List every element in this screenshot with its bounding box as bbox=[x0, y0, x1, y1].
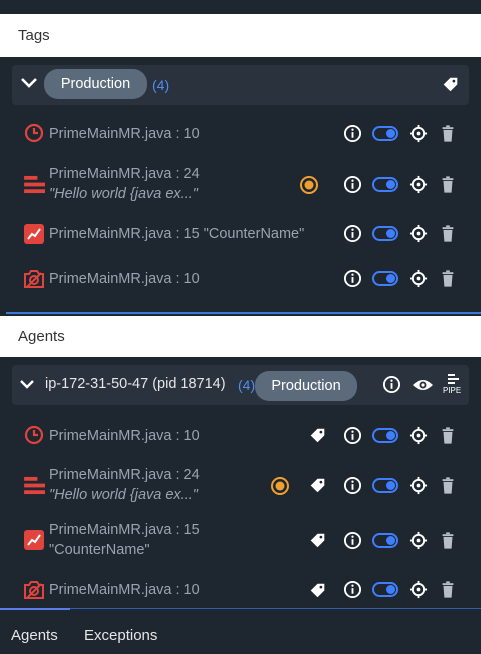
enable-toggle[interactable] bbox=[372, 177, 398, 192]
log-message: "Hello world {java ex..." bbox=[49, 487, 198, 503]
enable-toggle[interactable] bbox=[372, 582, 398, 597]
target-icon[interactable] bbox=[409, 476, 428, 495]
target-icon[interactable] bbox=[409, 580, 428, 599]
trash-icon[interactable] bbox=[439, 175, 457, 194]
file-location: PrimeMainMR.java : 10 bbox=[49, 582, 200, 598]
tags-row-1[interactable]: PrimeMainMR.java : 10 bbox=[0, 118, 481, 150]
agents-row-1[interactable]: PrimeMainMR.java : 10 bbox=[0, 420, 481, 452]
file-location: PrimeMainMR.java : 10 bbox=[49, 126, 200, 142]
bottom-tab-bar: Agents Exceptions bbox=[0, 608, 481, 654]
info-icon[interactable] bbox=[343, 175, 362, 194]
agent-group-row[interactable]: ip-172-31-50-47 (pid 18714) (4) Producti… bbox=[12, 365, 469, 405]
production-tag-pill: Production bbox=[44, 69, 147, 99]
counter-name: "CounterName" bbox=[49, 542, 150, 558]
tag-icon[interactable] bbox=[309, 477, 326, 494]
file-location: PrimeMainMR.java : 15 "CounterName" bbox=[49, 226, 305, 242]
enable-toggle[interactable] bbox=[372, 428, 398, 443]
file-location: PrimeMainMR.java : 24 bbox=[49, 166, 200, 182]
agents-row-3[interactable]: PrimeMainMR.java : 15 "CounterName" bbox=[0, 518, 481, 566]
target-icon[interactable] bbox=[409, 426, 428, 445]
tab-agents[interactable]: Agents bbox=[11, 627, 58, 644]
trash-icon[interactable] bbox=[439, 426, 457, 445]
tags-row-2[interactable]: PrimeMainMR.java : 24 "Hello world {java… bbox=[0, 162, 481, 210]
info-icon[interactable] bbox=[343, 580, 362, 599]
info-icon[interactable] bbox=[343, 269, 362, 288]
agents-section-header: Agents bbox=[0, 316, 481, 357]
info-icon[interactable] bbox=[343, 224, 362, 243]
tag-icon[interactable] bbox=[309, 582, 326, 599]
file-location: PrimeMainMR.java : 10 bbox=[49, 271, 200, 287]
snapshot-icon bbox=[23, 580, 45, 600]
log-message: "Hello world {java ex..." bbox=[49, 186, 198, 202]
tag-icon[interactable] bbox=[442, 76, 459, 93]
info-icon[interactable] bbox=[382, 375, 401, 394]
target-icon[interactable] bbox=[409, 531, 428, 550]
info-icon[interactable] bbox=[343, 124, 362, 143]
file-location: PrimeMainMR.java : 10 bbox=[49, 428, 200, 444]
tag-count: (4) bbox=[152, 77, 170, 93]
file-location: PrimeMainMR.java : 15 bbox=[49, 522, 200, 538]
production-tag-pill: Production bbox=[255, 371, 357, 401]
tags-section-header: Tags bbox=[0, 14, 481, 57]
enable-toggle[interactable] bbox=[372, 478, 398, 493]
eye-icon[interactable] bbox=[412, 377, 434, 393]
target-icon[interactable] bbox=[409, 224, 428, 243]
enable-toggle[interactable] bbox=[372, 126, 398, 141]
trash-icon[interactable] bbox=[439, 531, 457, 550]
section-divider bbox=[6, 312, 481, 314]
agents-section-title: Agents bbox=[18, 328, 65, 345]
counter-icon bbox=[24, 224, 44, 244]
target-icon[interactable] bbox=[409, 175, 428, 194]
agent-count: (4) bbox=[238, 377, 256, 393]
trash-icon[interactable] bbox=[439, 269, 457, 288]
tags-row-4[interactable]: PrimeMainMR.java : 10 bbox=[0, 263, 481, 295]
log-icon bbox=[24, 476, 47, 495]
info-icon[interactable] bbox=[343, 476, 362, 495]
enable-toggle[interactable] bbox=[372, 271, 398, 286]
tags-production-group[interactable]: Production (4) bbox=[12, 65, 469, 105]
active-tab-indicator bbox=[0, 608, 70, 610]
target-icon[interactable] bbox=[409, 269, 428, 288]
tag-icon[interactable] bbox=[309, 532, 326, 549]
counter-icon bbox=[24, 530, 44, 550]
agents-row-2[interactable]: PrimeMainMR.java : 24 "Hello world {java… bbox=[0, 463, 481, 511]
warning-dot-icon bbox=[300, 176, 318, 194]
pipe-label: PIPE bbox=[443, 386, 462, 395]
target-icon[interactable] bbox=[409, 124, 428, 143]
chevron-down-icon[interactable] bbox=[19, 379, 35, 391]
tags-row-3[interactable]: PrimeMainMR.java : 15 "CounterName" bbox=[0, 218, 481, 250]
agents-row-4[interactable]: PrimeMainMR.java : 10 bbox=[0, 574, 481, 606]
enable-toggle[interactable] bbox=[372, 533, 398, 548]
tab-exceptions[interactable]: Exceptions bbox=[84, 627, 157, 644]
clock-icon bbox=[24, 123, 44, 143]
info-icon[interactable] bbox=[343, 531, 362, 550]
enable-toggle[interactable] bbox=[372, 226, 398, 241]
agent-name: ip-172-31-50-47 (pid 18714) bbox=[45, 376, 226, 392]
trash-icon[interactable] bbox=[439, 580, 457, 599]
pipe-icon[interactable] bbox=[445, 373, 463, 385]
trash-icon[interactable] bbox=[439, 476, 457, 495]
clock-icon bbox=[24, 425, 44, 445]
warning-dot-icon bbox=[271, 477, 289, 495]
log-icon bbox=[24, 175, 47, 194]
trash-icon[interactable] bbox=[439, 124, 457, 143]
file-location: PrimeMainMR.java : 24 bbox=[49, 467, 200, 483]
chevron-down-icon[interactable] bbox=[20, 76, 38, 90]
tag-icon[interactable] bbox=[309, 427, 326, 444]
tags-section-title: Tags bbox=[18, 27, 50, 44]
trash-icon[interactable] bbox=[439, 224, 457, 243]
info-icon[interactable] bbox=[343, 426, 362, 445]
snapshot-icon bbox=[23, 269, 45, 289]
